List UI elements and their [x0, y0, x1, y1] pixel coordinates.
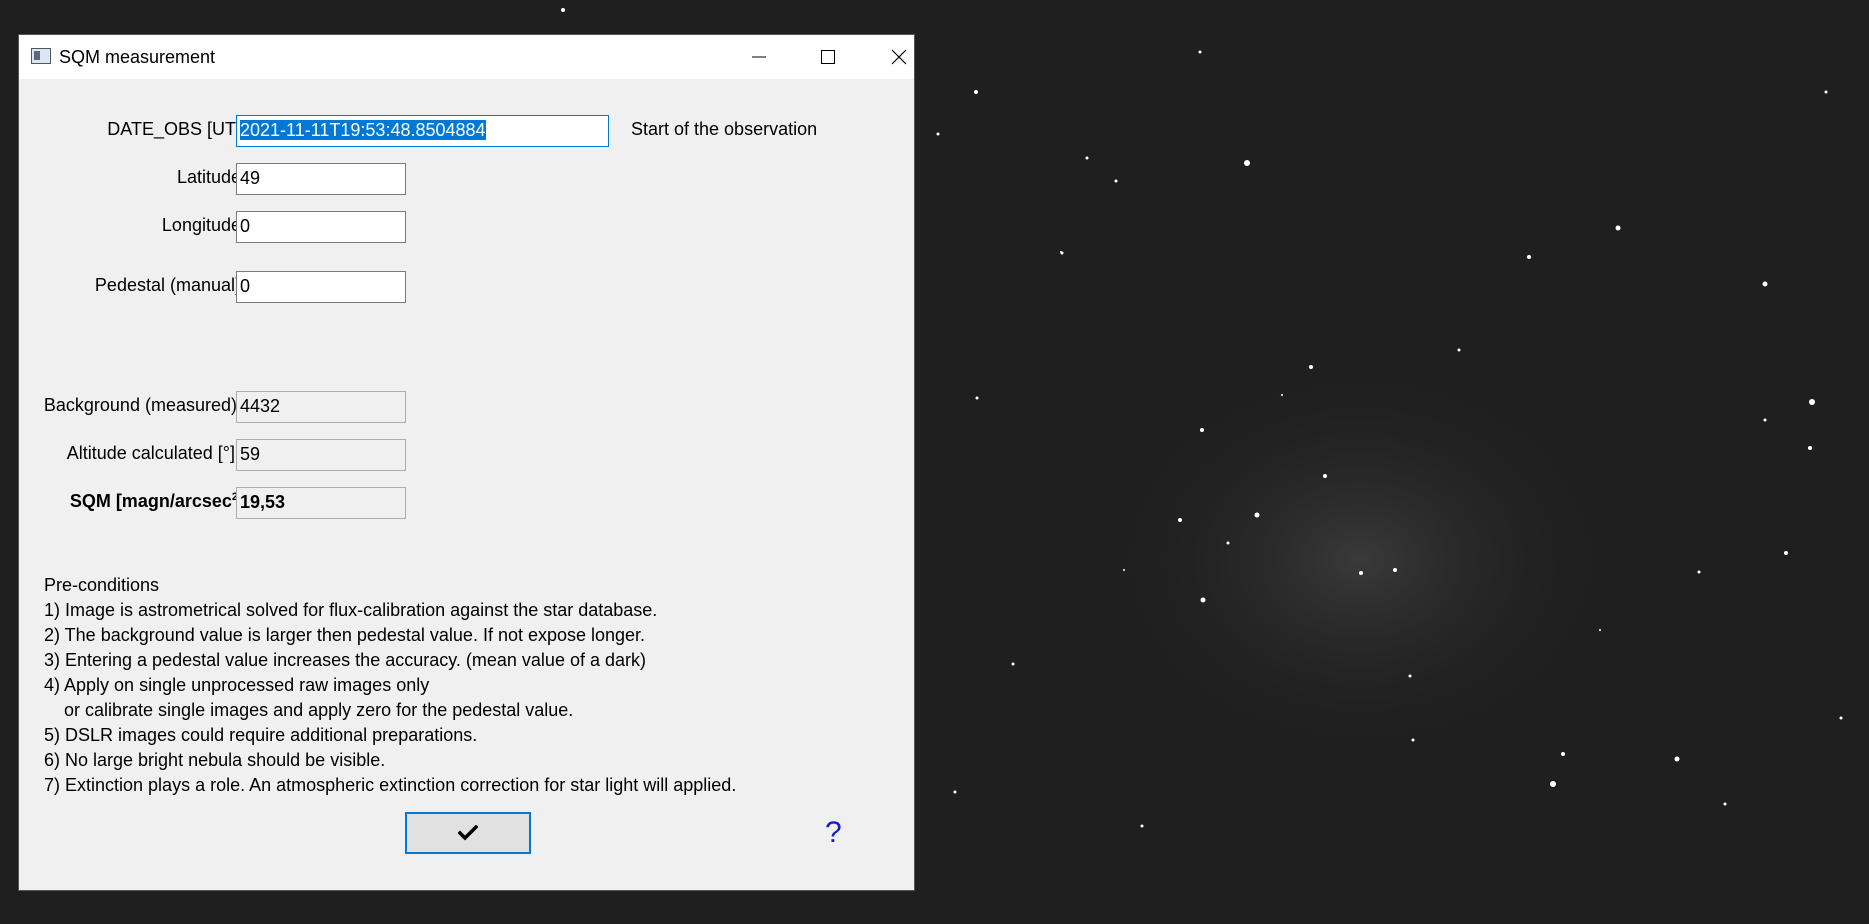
title-bar[interactable]: SQM measurement: [19, 35, 914, 79]
date-obs-label: DATE_OBS [UT]:: [107, 119, 246, 139]
sqm-field: 19,53: [236, 487, 406, 519]
close-icon: [891, 49, 907, 65]
precondition-line: or calibrate single images and apply zer…: [44, 700, 574, 720]
date-obs-input[interactable]: 2021-11-11T19:53:48.8504884: [236, 115, 609, 147]
window-title: SQM measurement: [59, 47, 216, 67]
maximize-button[interactable]: [793, 35, 863, 79]
pedestal-input[interactable]: 0: [236, 271, 406, 303]
close-button[interactable]: [864, 35, 934, 79]
altitude-label: Altitude calculated [°]:: [66, 443, 240, 463]
longitude-label: Longitude:: [161, 215, 246, 235]
latitude-label: Latitude:: [176, 167, 246, 187]
altitude-field: 59: [236, 439, 406, 471]
ok-button[interactable]: [405, 812, 531, 854]
background-field: 4432: [236, 391, 406, 423]
precondition-line: 6) No large bright nebula should be visi…: [44, 750, 386, 770]
app-icon: [31, 48, 51, 64]
precondition-line: 5) DSLR images could require additional …: [44, 725, 478, 745]
date-obs-hint: Start of the observation: [631, 119, 818, 139]
precondition-line: 7) Extinction plays a role. An atmospher…: [44, 775, 737, 795]
pedestal-label: Pedestal (manual):: [94, 275, 246, 295]
precondition-line: 2) The background value is larger then p…: [44, 625, 646, 645]
sqm-dialog: SQM measurement DATE_OBS [UT]: 2021-11-1…: [19, 35, 914, 890]
precondition-line: 1) Image is astrometrical solved for flu…: [44, 600, 658, 620]
sqm-label: SQM [magn/arcsec2]:: [29, 491, 250, 512]
minimize-icon: [752, 56, 766, 58]
longitude-input[interactable]: 0: [236, 211, 406, 243]
minimize-button[interactable]: [724, 35, 794, 79]
date-obs-value: 2021-11-11T19:53:48.8504884: [240, 120, 486, 140]
preconditions-heading: Pre-conditions: [44, 575, 160, 595]
checkmark-icon: [458, 825, 478, 841]
latitude-input[interactable]: 49: [236, 163, 406, 195]
help-link[interactable]: ?: [825, 816, 842, 850]
maximize-icon: [821, 50, 835, 64]
sqm-label-main: SQM [magn/arcsec: [69, 491, 232, 511]
precondition-line: 3) Entering a pedestal value increases t…: [44, 650, 646, 670]
background-label: Background (measured):: [43, 395, 242, 415]
precondition-line: 4) Apply on single unprocessed raw image…: [44, 675, 430, 695]
